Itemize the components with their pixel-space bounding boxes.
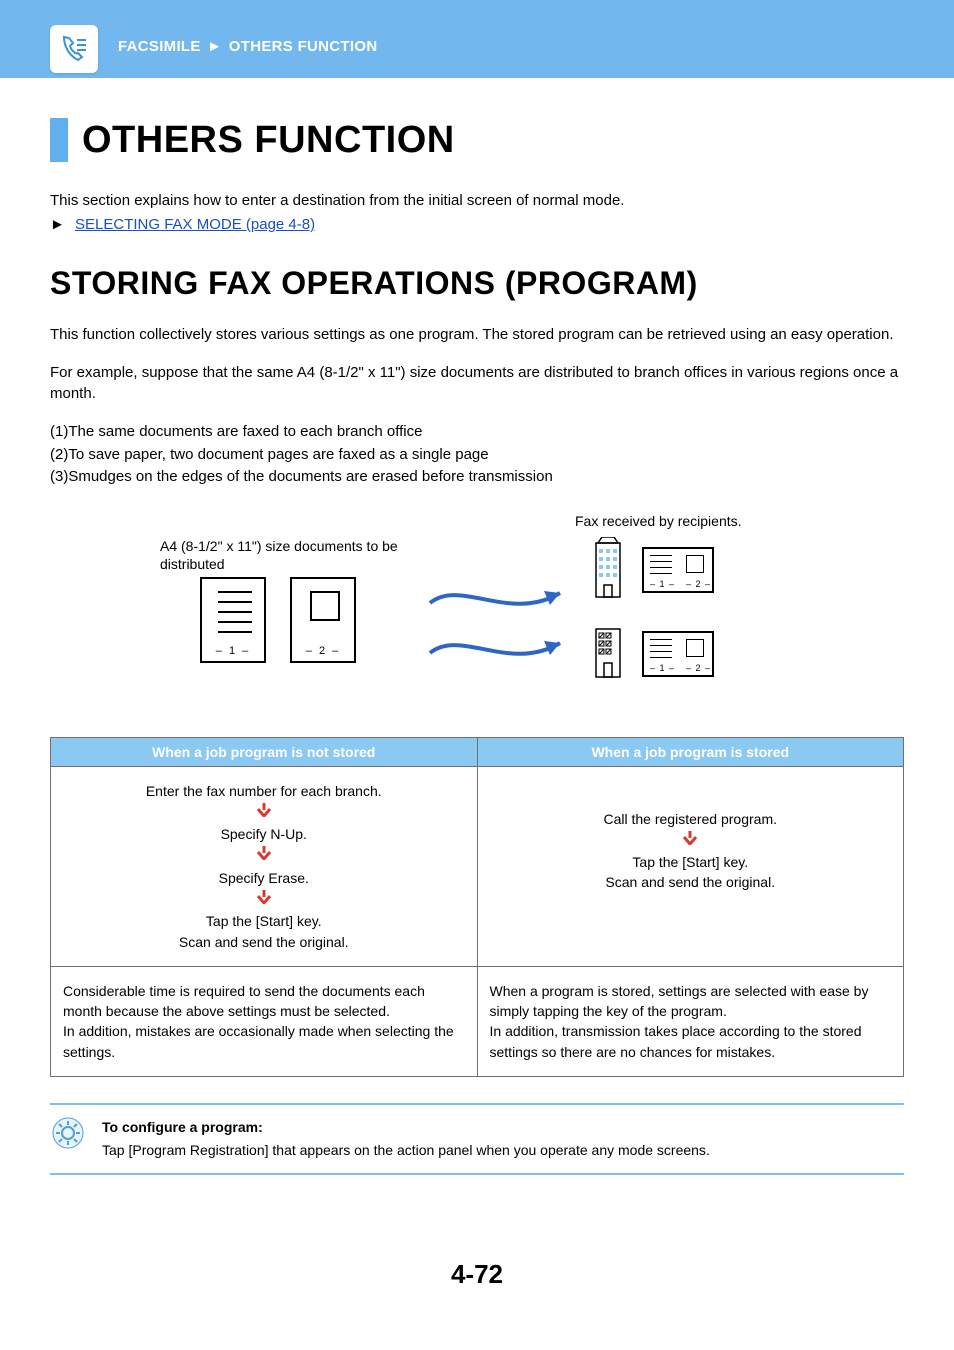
section-icon [50,25,98,73]
table-header-not-stored: When a job program is not stored [51,737,478,766]
down-arrow-icon [256,846,272,860]
left-step-2: Specify N-Up. [63,824,465,844]
table-cell-right-flow: Call the registered program. Tap the [St… [477,766,904,966]
selecting-fax-mode-link[interactable]: SELECTING FAX MODE (page 4-8) [75,216,315,233]
breadcrumb: FACSIMILE ► OTHERS FUNCTION [118,38,377,55]
gear-note-icon [52,1117,84,1149]
mini-doc-2-pg1: – 1 – [650,663,675,673]
para-2: For example, suppose that the same A4 (8… [50,362,904,406]
mini-doc-1-pg2: – 2 – [686,579,711,589]
breadcrumb-arrow-icon: ► [207,38,222,55]
down-arrow-icon [682,831,698,845]
header-bar: FACSIMILE ► OTHERS FUNCTION [0,0,954,78]
doc-page-1: – 1 – [200,577,266,663]
right-step-1: Call the registered program. [490,809,892,829]
mini-doc-combined-1: – 1 – – 2 – [642,547,714,593]
link-row: ► SELECTING FAX MODE (page 4-8) [50,216,904,233]
motion-arrows-icon [420,573,590,693]
table-cell-left-desc: Considerable time is required to send th… [51,966,478,1076]
diagram: Fax received by recipients. A4 (8-1/2" x… [50,513,904,723]
left-step-4: Tap the [Start] key. [63,911,465,931]
link-triangle-icon: ► [50,216,65,233]
phone-list-icon [58,33,90,65]
comparison-table: When a job program is not stored When a … [50,737,904,1078]
right-step-3: Scan and send the original. [490,872,892,892]
table-cell-left-flow: Enter the fax number for each branch. Sp… [51,766,478,966]
left-step-3: Specify Erase. [63,868,465,888]
breadcrumb-part-1: FACSIMILE [118,38,201,55]
note-text: To configure a program: Tap [Program Reg… [102,1117,710,1161]
right-desc-text: When a program is stored, settings are s… [490,983,869,1060]
table-cell-right-desc: When a program is stored, settings are s… [477,966,904,1076]
building-icon-2 [588,625,628,683]
table-header-stored: When a job program is stored [477,737,904,766]
right-step-2: Tap the [Start] key. [490,852,892,872]
mini-doc-combined-2: – 1 – – 2 – [642,631,714,677]
down-arrow-icon [256,803,272,817]
left-desc-text: Considerable time is required to send th… [63,983,454,1060]
list-item-1: (1)The same documents are faxed to each … [50,421,904,444]
page-number: 4-72 [0,1259,954,1290]
doc-page-2: – 2 – [290,577,356,663]
numbered-list: (1)The same documents are faxed to each … [50,421,904,489]
doc-page-1-num: – 1 – [202,645,264,657]
note-body: Tap [Program Registration] that appears … [102,1142,710,1158]
left-step-5: Scan and send the original. [63,932,465,952]
mini-doc-1-pg1: – 1 – [650,579,675,589]
building-icon-1 [588,537,628,607]
mini-doc-2-pg2: – 2 – [686,663,711,673]
list-item-2: (2)To save paper, two document pages are… [50,444,904,467]
diagram-left-label: A4 (8-1/2" x 11") size documents to be d… [160,537,420,573]
down-arrow-icon [256,890,272,904]
note-title: To configure a program: [102,1117,710,1138]
list-item-3: (3)Smudges on the edges of the documents… [50,466,904,489]
diagram-right-label: Fax received by recipients. [575,513,742,529]
intro-text: This section explains how to enter a des… [50,190,904,212]
page-content: OTHERS FUNCTION This section explains ho… [0,78,954,1175]
doc-page-2-num: – 2 – [292,645,354,657]
para-1: This function collectively stores variou… [50,324,904,346]
note-box: To configure a program: Tap [Program Reg… [50,1103,904,1175]
breadcrumb-part-2: OTHERS FUNCTION [229,38,378,55]
h1-accent-bar [50,118,68,162]
section-heading: STORING FAX OPERATIONS (PROGRAM) [50,265,904,302]
h1-block: OTHERS FUNCTION [50,118,904,162]
left-step-1: Enter the fax number for each branch. [63,781,465,801]
page-title: OTHERS FUNCTION [82,119,455,162]
